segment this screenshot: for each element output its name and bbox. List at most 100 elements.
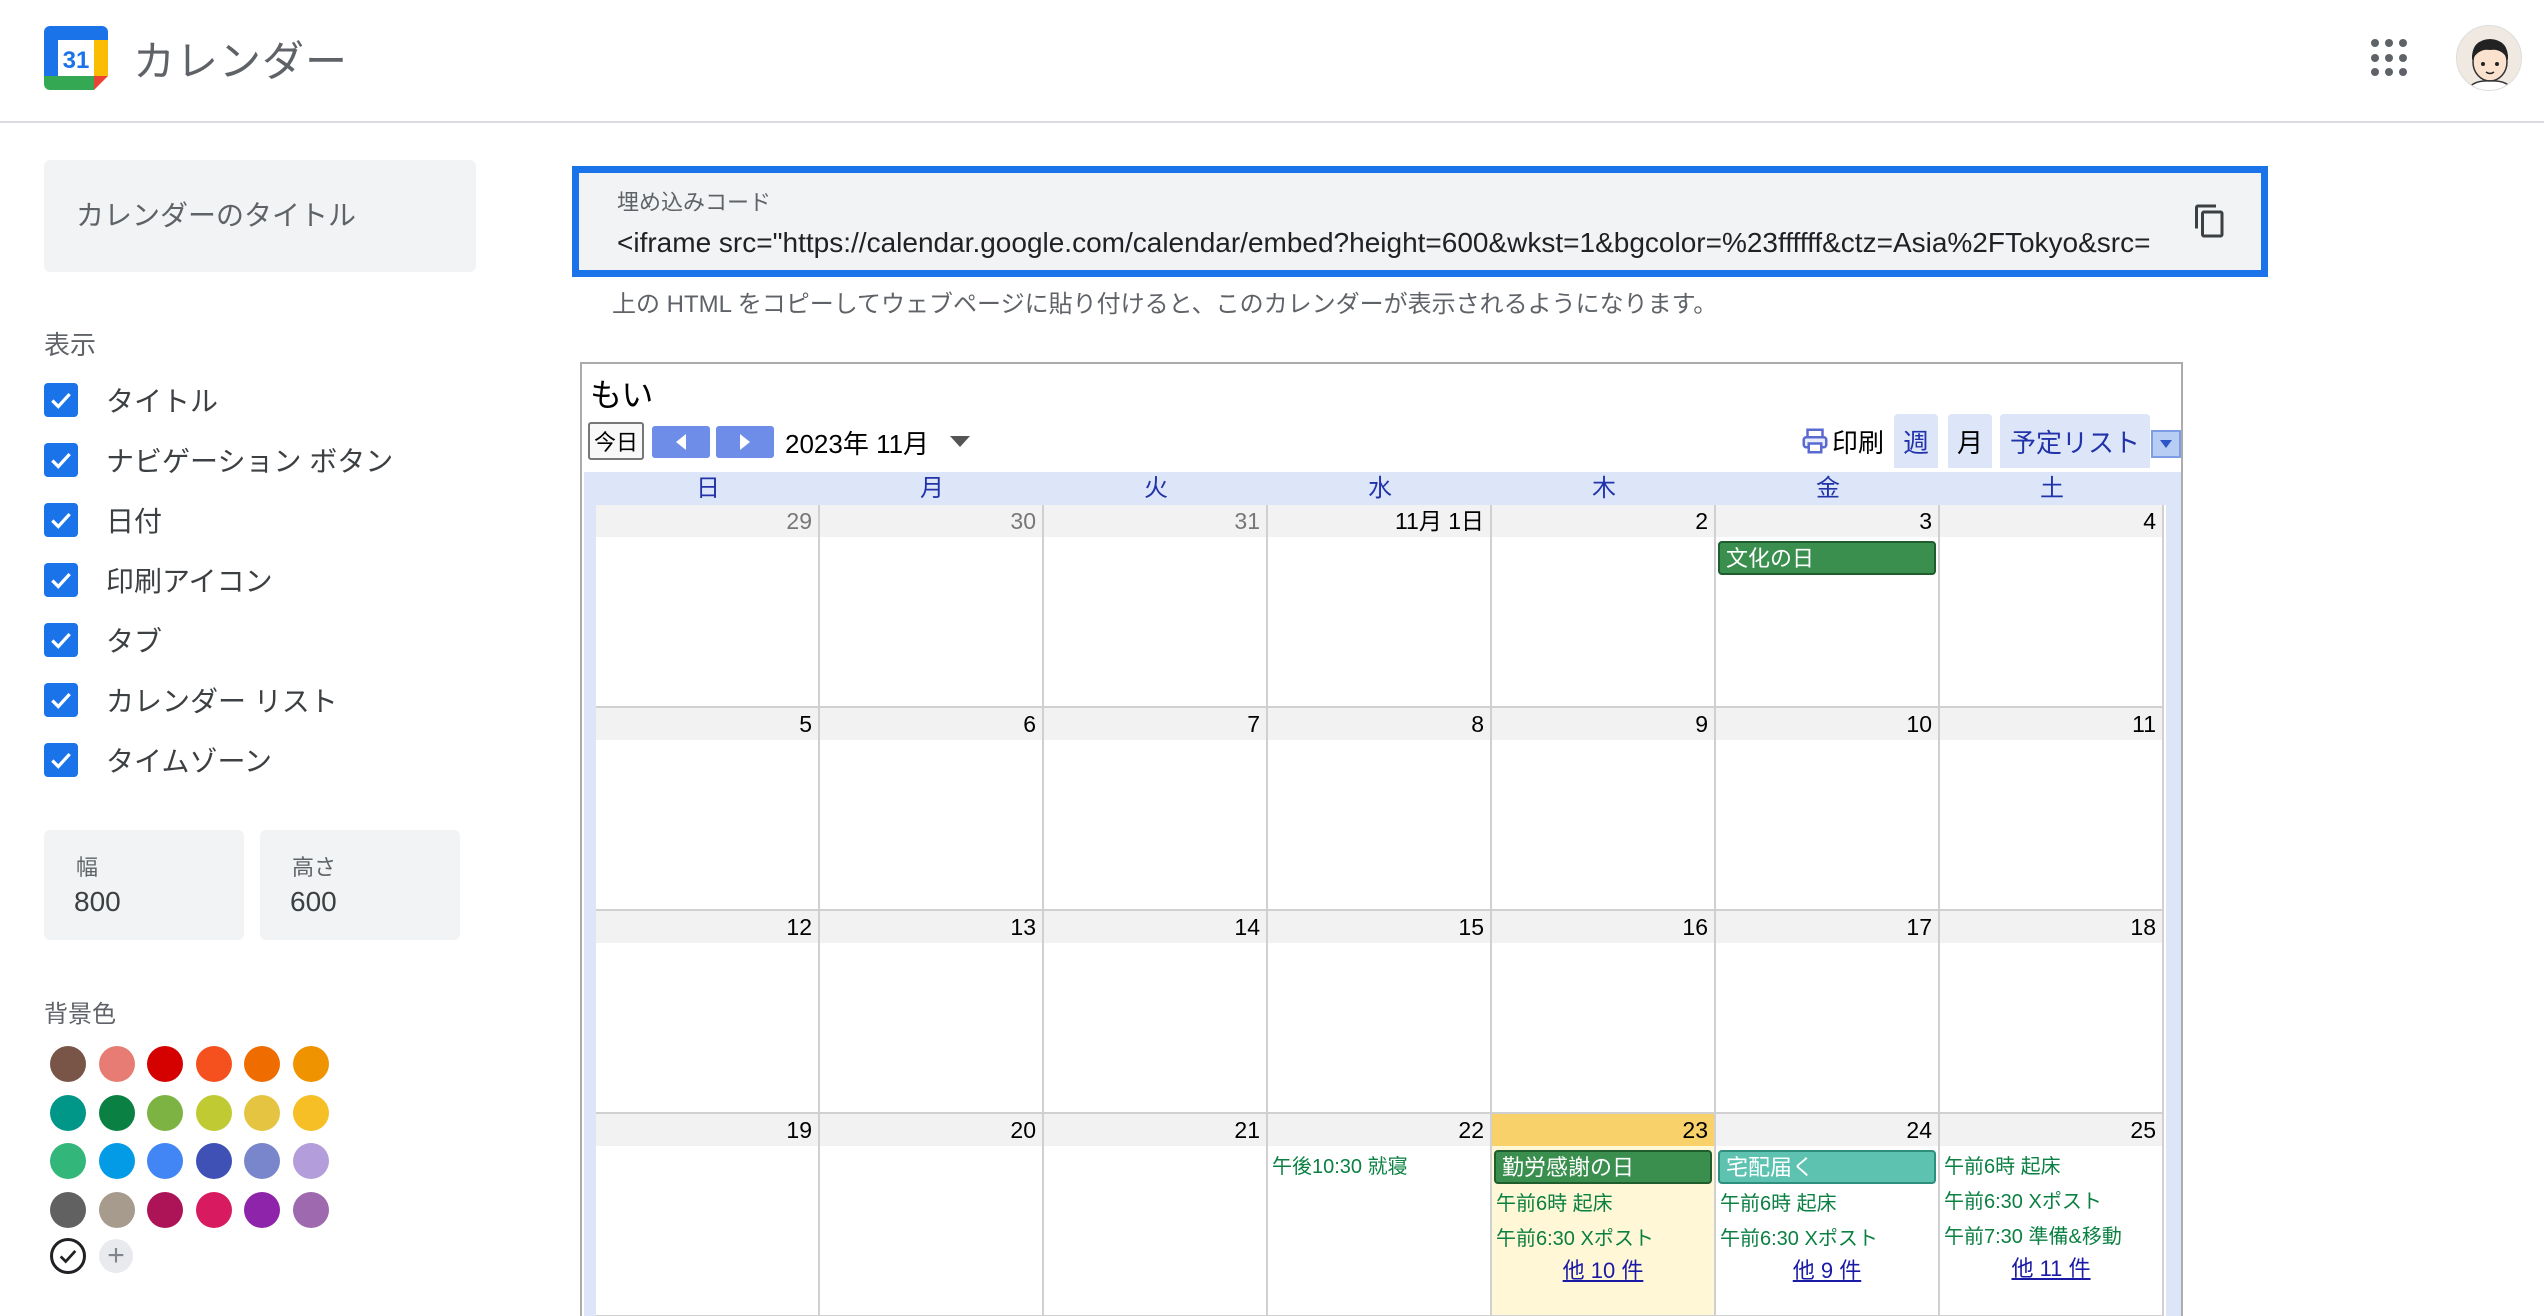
day-number[interactable]: 5 bbox=[596, 708, 818, 740]
day-cell[interactable]: 18 bbox=[1940, 911, 2164, 1114]
height-field[interactable]: 高さ bbox=[260, 830, 460, 940]
account-avatar[interactable] bbox=[2456, 25, 2522, 91]
day-number[interactable]: 30 bbox=[820, 505, 1042, 537]
color-swatch[interactable] bbox=[147, 1046, 183, 1082]
google-apps-icon[interactable] bbox=[2368, 36, 2412, 80]
day-number[interactable]: 10 bbox=[1716, 708, 1938, 740]
calendar-list-dropdown-icon[interactable] bbox=[2151, 430, 2181, 458]
day-number[interactable]: 4 bbox=[1940, 505, 2162, 537]
day-cell[interactable]: 7 bbox=[1044, 708, 1268, 911]
day-number[interactable]: 6 bbox=[820, 708, 1042, 740]
month-dropdown-icon[interactable] bbox=[950, 436, 970, 447]
copy-icon[interactable] bbox=[2186, 197, 2234, 245]
tab-agenda[interactable]: 予定リスト bbox=[2000, 414, 2150, 468]
day-cell[interactable]: 14 bbox=[1044, 911, 1268, 1114]
day-cell[interactable]: 12 bbox=[596, 911, 820, 1114]
color-swatch[interactable] bbox=[98, 1143, 135, 1179]
day-cell[interactable]: 29 bbox=[596, 505, 820, 708]
checkbox-checked-icon[interactable] bbox=[44, 563, 78, 597]
timed-event[interactable]: 午前6:30 Xポスト bbox=[1720, 1222, 1878, 1251]
calendar-title-input[interactable] bbox=[76, 194, 446, 238]
day-cell[interactable]: 30 bbox=[820, 505, 1044, 708]
timed-event[interactable]: 午前6時 起床 bbox=[1496, 1187, 1613, 1216]
day-number[interactable]: 29 bbox=[596, 505, 818, 537]
day-cell[interactable]: 2 bbox=[1492, 505, 1716, 708]
day-cell[interactable]: 23 勤労感謝の日午前6時 起床午前6:30 Xポスト他 10 件 bbox=[1492, 1114, 1716, 1316]
day-cell[interactable]: 9 bbox=[1492, 708, 1716, 911]
day-number[interactable]: 2 bbox=[1492, 505, 1714, 537]
color-swatch[interactable] bbox=[292, 1143, 329, 1179]
color-swatch[interactable] bbox=[50, 1191, 86, 1228]
width-input[interactable] bbox=[74, 882, 224, 922]
option-tabs[interactable]: タブ bbox=[44, 618, 162, 662]
day-cell[interactable]: 5 bbox=[596, 708, 820, 911]
color-swatch[interactable] bbox=[98, 1191, 135, 1228]
option-navigation-buttons[interactable]: ナビゲーション ボタン bbox=[44, 438, 393, 482]
option-print-icon[interactable]: 印刷アイコン bbox=[44, 558, 273, 602]
color-swatch[interactable] bbox=[244, 1191, 280, 1228]
color-swatch[interactable] bbox=[147, 1143, 183, 1179]
more-events-link[interactable]: 他 9 件 bbox=[1716, 1253, 1938, 1285]
embed-code-input[interactable] bbox=[617, 223, 2157, 263]
day-number[interactable]: 14 bbox=[1044, 911, 1266, 943]
color-swatch[interactable] bbox=[98, 1094, 135, 1131]
day-number[interactable]: 17 bbox=[1716, 911, 1938, 943]
day-number[interactable]: 11 bbox=[1940, 708, 2162, 740]
day-cell[interactable]: 8 bbox=[1268, 708, 1492, 911]
width-field[interactable]: 幅 bbox=[44, 830, 244, 940]
day-cell[interactable]: 15 bbox=[1268, 911, 1492, 1114]
day-cell[interactable]: 11月 1日 bbox=[1268, 505, 1492, 708]
timed-event[interactable]: 午前6時 起床 bbox=[1720, 1187, 1837, 1216]
add-color-icon[interactable]: + bbox=[99, 1239, 133, 1273]
day-number[interactable]: 12 bbox=[596, 911, 818, 943]
day-number[interactable]: 23 bbox=[1492, 1114, 1714, 1146]
day-number[interactable]: 20 bbox=[820, 1114, 1042, 1146]
timed-event[interactable]: 午前7:30 準備&移動 bbox=[1944, 1220, 2122, 1249]
day-cell[interactable]: 19 bbox=[596, 1114, 820, 1316]
calendar-title-field[interactable] bbox=[44, 160, 476, 272]
color-swatch[interactable] bbox=[50, 1143, 86, 1179]
day-cell[interactable]: 31 bbox=[1044, 505, 1268, 708]
day-cell[interactable]: 22 午後10:30 就寝 bbox=[1268, 1114, 1492, 1316]
timed-event[interactable]: 午前6時 起床 bbox=[1944, 1150, 2061, 1179]
day-cell[interactable]: 21 bbox=[1044, 1114, 1268, 1316]
color-swatch[interactable] bbox=[50, 1046, 86, 1082]
checkbox-checked-icon[interactable] bbox=[44, 683, 78, 717]
color-swatch[interactable] bbox=[195, 1046, 232, 1082]
color-swatch[interactable] bbox=[98, 1046, 135, 1082]
day-cell[interactable]: 13 bbox=[820, 911, 1044, 1114]
day-number[interactable]: 11月 1日 bbox=[1268, 505, 1490, 537]
day-cell[interactable]: 11 bbox=[1940, 708, 2164, 911]
day-number[interactable]: 15 bbox=[1268, 911, 1490, 943]
more-events-link[interactable]: 他 11 件 bbox=[1940, 1251, 2162, 1283]
option-calendar-list[interactable]: カレンダー リスト bbox=[44, 678, 338, 722]
day-cell[interactable]: 3 文化の日 bbox=[1716, 505, 1940, 708]
color-swatch[interactable] bbox=[244, 1046, 280, 1082]
checkbox-checked-icon[interactable] bbox=[44, 743, 78, 777]
color-swatch[interactable] bbox=[244, 1094, 280, 1131]
checkbox-checked-icon[interactable] bbox=[44, 503, 78, 537]
day-number[interactable]: 18 bbox=[1940, 911, 2162, 943]
day-number[interactable]: 9 bbox=[1492, 708, 1714, 740]
checkbox-checked-icon[interactable] bbox=[44, 623, 78, 657]
timed-event[interactable]: 午前6:30 Xポスト bbox=[1944, 1185, 2102, 1214]
color-swatch[interactable] bbox=[195, 1191, 232, 1228]
day-number[interactable]: 21 bbox=[1044, 1114, 1266, 1146]
more-events-link[interactable]: 他 10 件 bbox=[1492, 1253, 1714, 1285]
color-swatch[interactable] bbox=[147, 1191, 183, 1228]
option-timezone[interactable]: タイムゾーン bbox=[44, 738, 272, 782]
color-check-icon[interactable] bbox=[50, 1238, 86, 1274]
day-number[interactable]: 7 bbox=[1044, 708, 1266, 740]
calendar-logo-icon[interactable]: 31 bbox=[44, 26, 108, 90]
today-button[interactable]: 今日 bbox=[588, 422, 644, 460]
all-day-event[interactable]: 文化の日 bbox=[1718, 541, 1936, 575]
day-number[interactable]: 13 bbox=[820, 911, 1042, 943]
color-swatch[interactable] bbox=[292, 1046, 329, 1082]
embed-code-field[interactable]: 埋め込みコード bbox=[572, 166, 2268, 277]
day-cell[interactable]: 16 bbox=[1492, 911, 1716, 1114]
color-swatch[interactable] bbox=[50, 1094, 86, 1131]
all-day-event[interactable]: 勤労感謝の日 bbox=[1494, 1150, 1712, 1184]
day-number[interactable]: 22 bbox=[1268, 1114, 1490, 1146]
timed-event[interactable]: 午後10:30 就寝 bbox=[1272, 1150, 1408, 1179]
timed-event[interactable]: 午前6:30 Xポスト bbox=[1496, 1222, 1654, 1251]
